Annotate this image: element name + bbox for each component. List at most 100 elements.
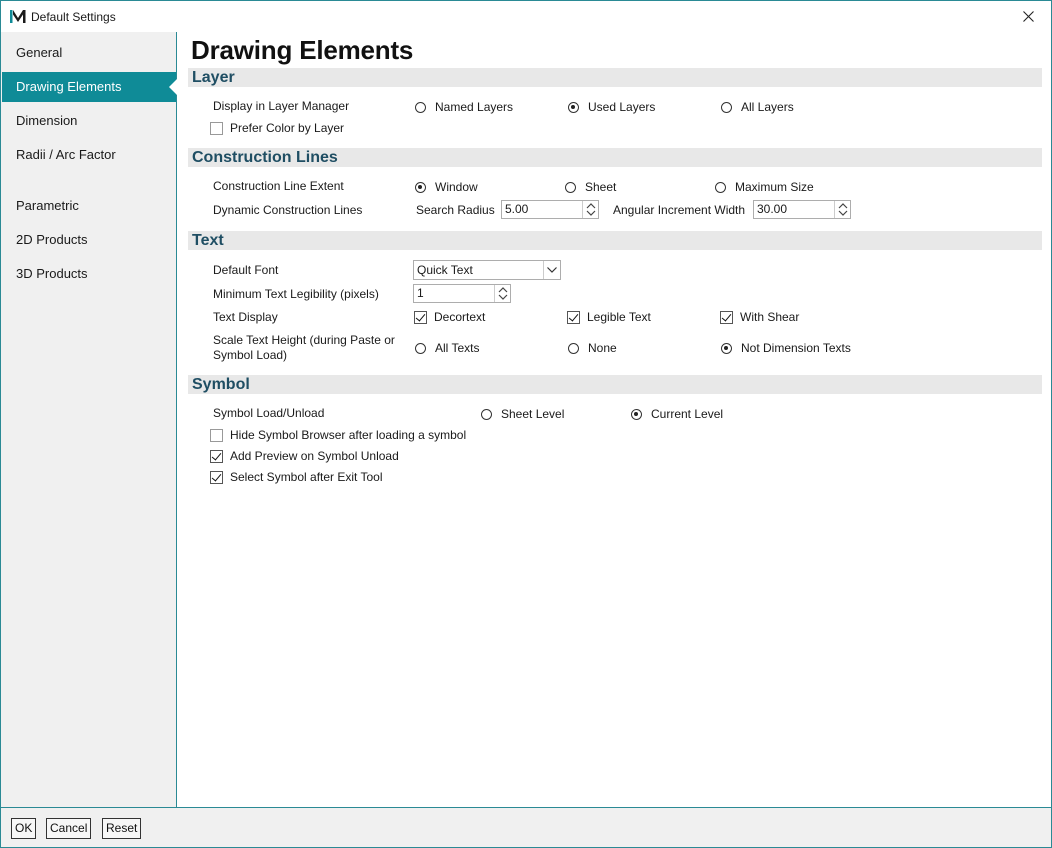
section-header-symbol: Symbol <box>188 375 1042 394</box>
option-label: With Shear <box>740 310 800 324</box>
min-text-legibility-input[interactable]: 1 <box>413 284 511 303</box>
section-header-construction-lines: Construction Lines <box>188 148 1042 167</box>
radio-icon <box>721 101 732 113</box>
radio-used-layers[interactable]: Used Layers <box>568 100 655 114</box>
option-label: Used Layers <box>588 100 656 114</box>
checkbox-icon <box>210 121 223 135</box>
option-label: Select Symbol after Exit Tool <box>230 470 383 484</box>
radio-selected-icon <box>415 181 426 193</box>
radio-sheet[interactable]: Sheet <box>565 180 616 194</box>
sidebar-item-drawing-elements[interactable]: Drawing Elements <box>2 72 177 102</box>
option-label: Window <box>435 180 478 194</box>
radio-icon <box>715 181 726 193</box>
spin-value: 30.00 <box>757 202 788 216</box>
spinner-arrows-icon <box>838 203 847 216</box>
checkbox-with-shear[interactable]: With Shear <box>720 310 799 324</box>
checkbox-checked-icon <box>567 310 580 324</box>
radio-current-level[interactable]: Current Level <box>631 407 723 421</box>
radio-selected-icon <box>631 408 642 420</box>
option-label: Prefer Color by Layer <box>230 121 345 135</box>
spinner-arrows-icon <box>586 203 595 216</box>
option-label: Sheet <box>585 180 617 194</box>
spinner-arrows-icon <box>498 287 507 300</box>
spin-arrows[interactable] <box>834 201 850 218</box>
radio-all-layers[interactable]: All Layers <box>721 100 794 114</box>
spin-arrows[interactable] <box>582 201 598 218</box>
checkbox-icon <box>210 428 223 442</box>
radio-selected-icon <box>721 342 732 354</box>
sidebar-item-general[interactable]: General <box>2 38 176 68</box>
default-font-select[interactable]: Quick Text <box>413 260 561 280</box>
construction-line-extent-label: Construction Line Extent <box>213 179 344 193</box>
section-title: Text <box>192 232 224 249</box>
ok-button[interactable]: OK <box>11 818 37 839</box>
checkbox-hide-symbol-browser[interactable]: Hide Symbol Browser after loading a symb… <box>210 428 466 442</box>
checkbox-select-symbol-after-exit[interactable]: Select Symbol after Exit Tool <box>210 470 383 484</box>
section-title: Layer <box>192 69 235 86</box>
close-button[interactable] <box>1005 1 1051 31</box>
radio-not-dimension-texts[interactable]: Not Dimension Texts <box>721 341 851 355</box>
reset-button[interactable]: Reset <box>102 818 142 839</box>
close-icon <box>1022 10 1034 22</box>
radio-none[interactable]: None <box>568 341 617 355</box>
radio-all-texts[interactable]: All Texts <box>415 341 479 355</box>
sidebar-item-2d-products[interactable]: 2D Products <box>2 225 176 255</box>
cancel-button[interactable]: Cancel <box>46 818 92 839</box>
option-label: All Texts <box>435 341 480 355</box>
section-header-layer: Layer <box>188 68 1042 87</box>
angular-increment-input[interactable]: 30.00 <box>753 200 851 219</box>
sidebar: General Drawing Elements Dimension Radii… <box>1 32 177 807</box>
min-text-legibility-label: Minimum Text Legibility (pixels) <box>213 287 379 301</box>
scale-text-height-label-line1: Scale Text Height (during Paste or <box>213 333 395 347</box>
radio-named-layers[interactable]: Named Layers <box>415 100 513 114</box>
sidebar-item-3d-products[interactable]: 3D Products <box>2 259 176 289</box>
checkbox-add-preview[interactable]: Add Preview on Symbol Unload <box>210 449 399 463</box>
radio-sheet-level[interactable]: Sheet Level <box>481 407 564 421</box>
option-label: Hide Symbol Browser after loading a symb… <box>230 428 467 442</box>
scale-text-height-label-line2: Symbol Load) <box>213 348 288 362</box>
section-header-text: Text <box>188 231 1042 250</box>
radio-icon <box>415 101 426 113</box>
checkbox-legible-text[interactable]: Legible Text <box>567 310 651 324</box>
radio-window[interactable]: Window <box>415 180 478 194</box>
app-logo-icon <box>10 10 26 23</box>
dynamic-construction-lines-label: Dynamic Construction Lines <box>213 203 363 217</box>
radio-maximum-size[interactable]: Maximum Size <box>715 180 814 194</box>
spin-value: 1 <box>417 286 424 300</box>
sidebar-item-radii-arc-factor[interactable]: Radii / Arc Factor <box>2 140 176 170</box>
section-title: Symbol <box>192 376 250 393</box>
section-title: Construction Lines <box>192 149 338 166</box>
option-label: Named Layers <box>435 100 514 114</box>
checkbox-prefer-color-by-layer[interactable]: Prefer Color by Layer <box>210 121 344 135</box>
checkbox-checked-icon <box>720 310 733 324</box>
checkbox-checked-icon <box>414 310 427 324</box>
option-label: All Layers <box>741 100 794 114</box>
search-radius-input[interactable]: 5.00 <box>501 200 599 219</box>
dropdown-arrow[interactable] <box>543 261 560 279</box>
window-title: Default Settings <box>31 10 116 24</box>
text-display-label: Text Display <box>213 310 278 324</box>
sidebar-item-parametric[interactable]: Parametric <box>2 191 176 221</box>
page-title: Drawing Elements <box>191 35 414 65</box>
option-label: Sheet Level <box>501 407 565 421</box>
main-panel: Drawing Elements Layer Display in Layer … <box>178 32 1051 807</box>
display-layer-manager-label: Display in Layer Manager <box>213 99 350 113</box>
title-bar: Default Settings <box>1 1 1051 32</box>
checkbox-checked-icon <box>210 470 223 484</box>
radio-icon <box>565 181 576 193</box>
select-value: Quick Text <box>417 263 473 277</box>
option-label: Maximum Size <box>735 180 814 194</box>
radio-icon <box>481 408 492 420</box>
spin-arrows[interactable] <box>494 285 510 302</box>
option-label: Not Dimension Texts <box>741 341 851 355</box>
checkbox-checked-icon <box>210 449 223 463</box>
checkbox-decortext[interactable]: Decortext <box>414 310 485 324</box>
option-label: None <box>588 341 617 355</box>
chevron-down-icon <box>547 267 557 273</box>
option-label: Add Preview on Symbol Unload <box>230 449 399 463</box>
radio-icon <box>568 342 579 354</box>
sidebar-item-dimension[interactable]: Dimension <box>2 106 176 136</box>
radio-selected-icon <box>568 101 579 113</box>
default-font-label: Default Font <box>213 263 279 277</box>
spin-value: 5.00 <box>505 202 529 216</box>
